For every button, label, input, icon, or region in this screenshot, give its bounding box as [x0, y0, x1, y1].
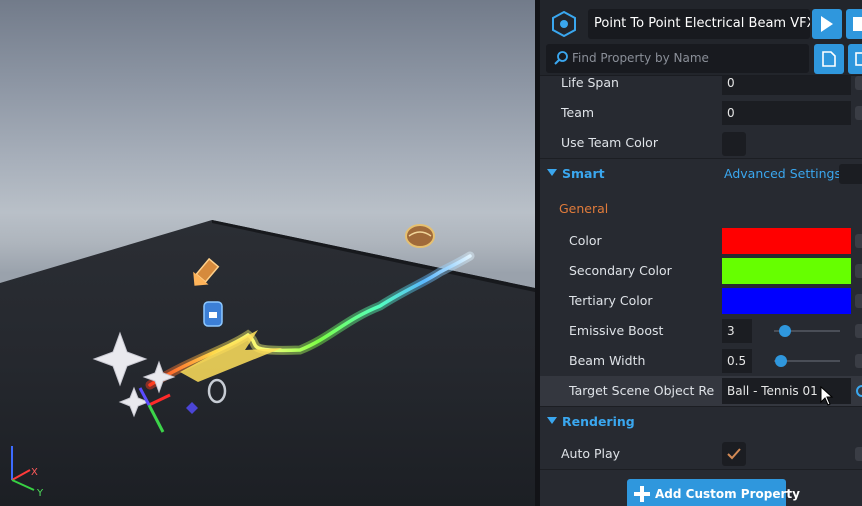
emissive-boost-input[interactable]: 3	[722, 319, 752, 343]
smart-object-icon	[552, 11, 576, 37]
smart-section-title: Smart	[562, 166, 605, 181]
color-label: Color	[569, 233, 602, 248]
play-button[interactable]	[812, 9, 842, 39]
emissive-boost-reset-button[interactable]	[855, 324, 862, 338]
axis-gizmo: X Y	[11, 446, 44, 499]
paste-properties-button[interactable]	[848, 44, 862, 74]
tertiary-color-swatch[interactable]	[722, 288, 851, 314]
scene-viewport[interactable]: X Y	[0, 0, 535, 506]
advanced-settings-link[interactable]: Advanced Settings	[724, 159, 841, 189]
property-search-input[interactable]: Find Property by Name	[546, 44, 809, 73]
properties-panel: Life Span 0 Team 0 Use Team Color Smart …	[540, 0, 862, 506]
rendering-section-title: Rendering	[562, 414, 635, 429]
add-custom-property-button[interactable]: Add Custom Property	[627, 479, 800, 506]
target-scene-object-label: Target Scene Object Re	[569, 383, 715, 398]
clipboard-icon	[855, 52, 862, 66]
collapse-arrow-icon	[547, 417, 557, 424]
tertiary-color-reset-button[interactable]	[855, 294, 862, 308]
beam-width-input[interactable]: 0.5	[722, 349, 752, 373]
stop-button[interactable]	[846, 9, 862, 39]
color-reset-button[interactable]	[855, 234, 862, 248]
search-icon	[554, 51, 568, 65]
secondary-color-reset-button[interactable]	[855, 264, 862, 278]
document-icon	[822, 51, 836, 67]
smart-section-header[interactable]: Smart Advanced Settings	[540, 158, 862, 188]
stop-icon	[853, 17, 862, 31]
beam-width-label: Beam Width	[569, 353, 646, 368]
search-placeholder: Find Property by Name	[572, 51, 709, 65]
rendering-section-header[interactable]: Rendering	[540, 406, 862, 436]
tertiary-color-label: Tertiary Color	[569, 293, 653, 308]
beam-width-slider-knob[interactable]	[775, 355, 788, 367]
secondary-color-label: Secondary Color	[569, 263, 672, 278]
plus-icon	[634, 486, 650, 502]
collapse-arrow-icon	[547, 169, 557, 176]
use-team-color-label: Use Team Color	[561, 135, 658, 150]
emissive-boost-label: Emissive Boost	[569, 323, 664, 338]
add-custom-property-label: Add Custom Property	[655, 487, 800, 501]
object-name-field[interactable]: Point To Point Electrical Beam VFX	[588, 9, 810, 39]
beam-effect	[92, 224, 475, 433]
auto-play-row: Auto Play	[540, 439, 862, 469]
team-row: Team 0	[540, 98, 862, 128]
team-label: Team	[561, 105, 595, 120]
life-span-reset-button[interactable]	[855, 76, 862, 90]
use-team-color-row: Use Team Color	[540, 128, 862, 158]
axis-x-label: X	[31, 467, 38, 478]
axis-y-label: Y	[36, 488, 44, 499]
use-team-color-checkbox[interactable]	[722, 132, 746, 156]
color-swatch[interactable]	[722, 228, 851, 254]
beam-width-reset-button[interactable]	[855, 354, 862, 368]
refresh-icon[interactable]	[854, 384, 862, 398]
panel-header: Point To Point Electrical Beam VFX Find …	[540, 0, 862, 76]
divider	[540, 469, 862, 470]
copy-properties-button[interactable]	[814, 44, 844, 74]
play-icon	[821, 16, 833, 32]
team-reset-button[interactable]	[855, 106, 862, 120]
team-input[interactable]: 0	[722, 101, 851, 125]
mouse-cursor-icon	[820, 386, 834, 406]
advanced-settings-toggle[interactable]	[839, 164, 862, 184]
general-category-label: General	[559, 201, 609, 216]
secondary-color-swatch[interactable]	[722, 258, 851, 284]
auto-play-reset-button[interactable]	[855, 447, 862, 461]
auto-play-checkbox[interactable]	[722, 442, 746, 466]
checkmark-icon	[727, 448, 741, 460]
auto-play-label: Auto Play	[561, 446, 621, 461]
target-scene-object-row: Target Scene Object Re Ball - Tennis 01	[540, 376, 862, 406]
